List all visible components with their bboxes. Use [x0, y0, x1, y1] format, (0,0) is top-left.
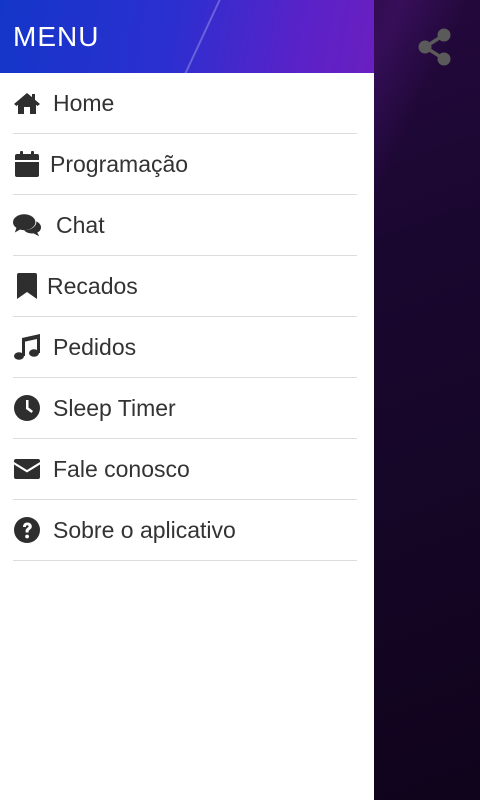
- menu-item-label: Recados: [47, 272, 138, 299]
- envelope-icon: [13, 455, 41, 483]
- menu-item-sobre[interactable]: Sobre o aplicativo: [13, 500, 357, 561]
- navigation-drawer: MENU Home Programação Chat Recados Pedid…: [0, 0, 374, 800]
- menu-item-label: Home: [53, 89, 115, 116]
- menu-item-label: Fale conosco: [53, 455, 190, 482]
- menu-item-recados[interactable]: Recados: [13, 256, 357, 317]
- menu-item-chat[interactable]: Chat: [13, 195, 357, 256]
- menu-item-sleep-timer[interactable]: Sleep Timer: [13, 378, 357, 439]
- menu-item-programacao[interactable]: Programação: [13, 134, 357, 195]
- share-button[interactable]: [414, 26, 456, 68]
- bookmark-icon: [13, 272, 41, 300]
- chat-icon: [13, 211, 41, 239]
- drawer-header: MENU: [0, 0, 374, 73]
- menu-item-label: Pedidos: [53, 333, 137, 360]
- menu-item-label: Programação: [50, 150, 189, 177]
- menu-item-home[interactable]: Home: [13, 73, 357, 134]
- home-icon: [13, 89, 41, 117]
- music-note-icon: [13, 333, 41, 361]
- menu-item-label: Sleep Timer: [53, 394, 176, 421]
- clock-icon: [13, 394, 41, 422]
- menu-item-label: Sobre o aplicativo: [53, 516, 236, 543]
- share-icon: [418, 28, 451, 66]
- menu-item-label: Chat: [56, 211, 105, 238]
- menu-item-pedidos[interactable]: Pedidos: [13, 317, 357, 378]
- drawer-title: MENU: [13, 20, 100, 52]
- menu-item-fale-conosco[interactable]: Fale conosco: [13, 439, 357, 500]
- calendar-icon: [13, 150, 41, 178]
- question-circle-icon: [13, 516, 41, 544]
- menu-list: Home Programação Chat Recados Pedidos Sl…: [0, 73, 374, 561]
